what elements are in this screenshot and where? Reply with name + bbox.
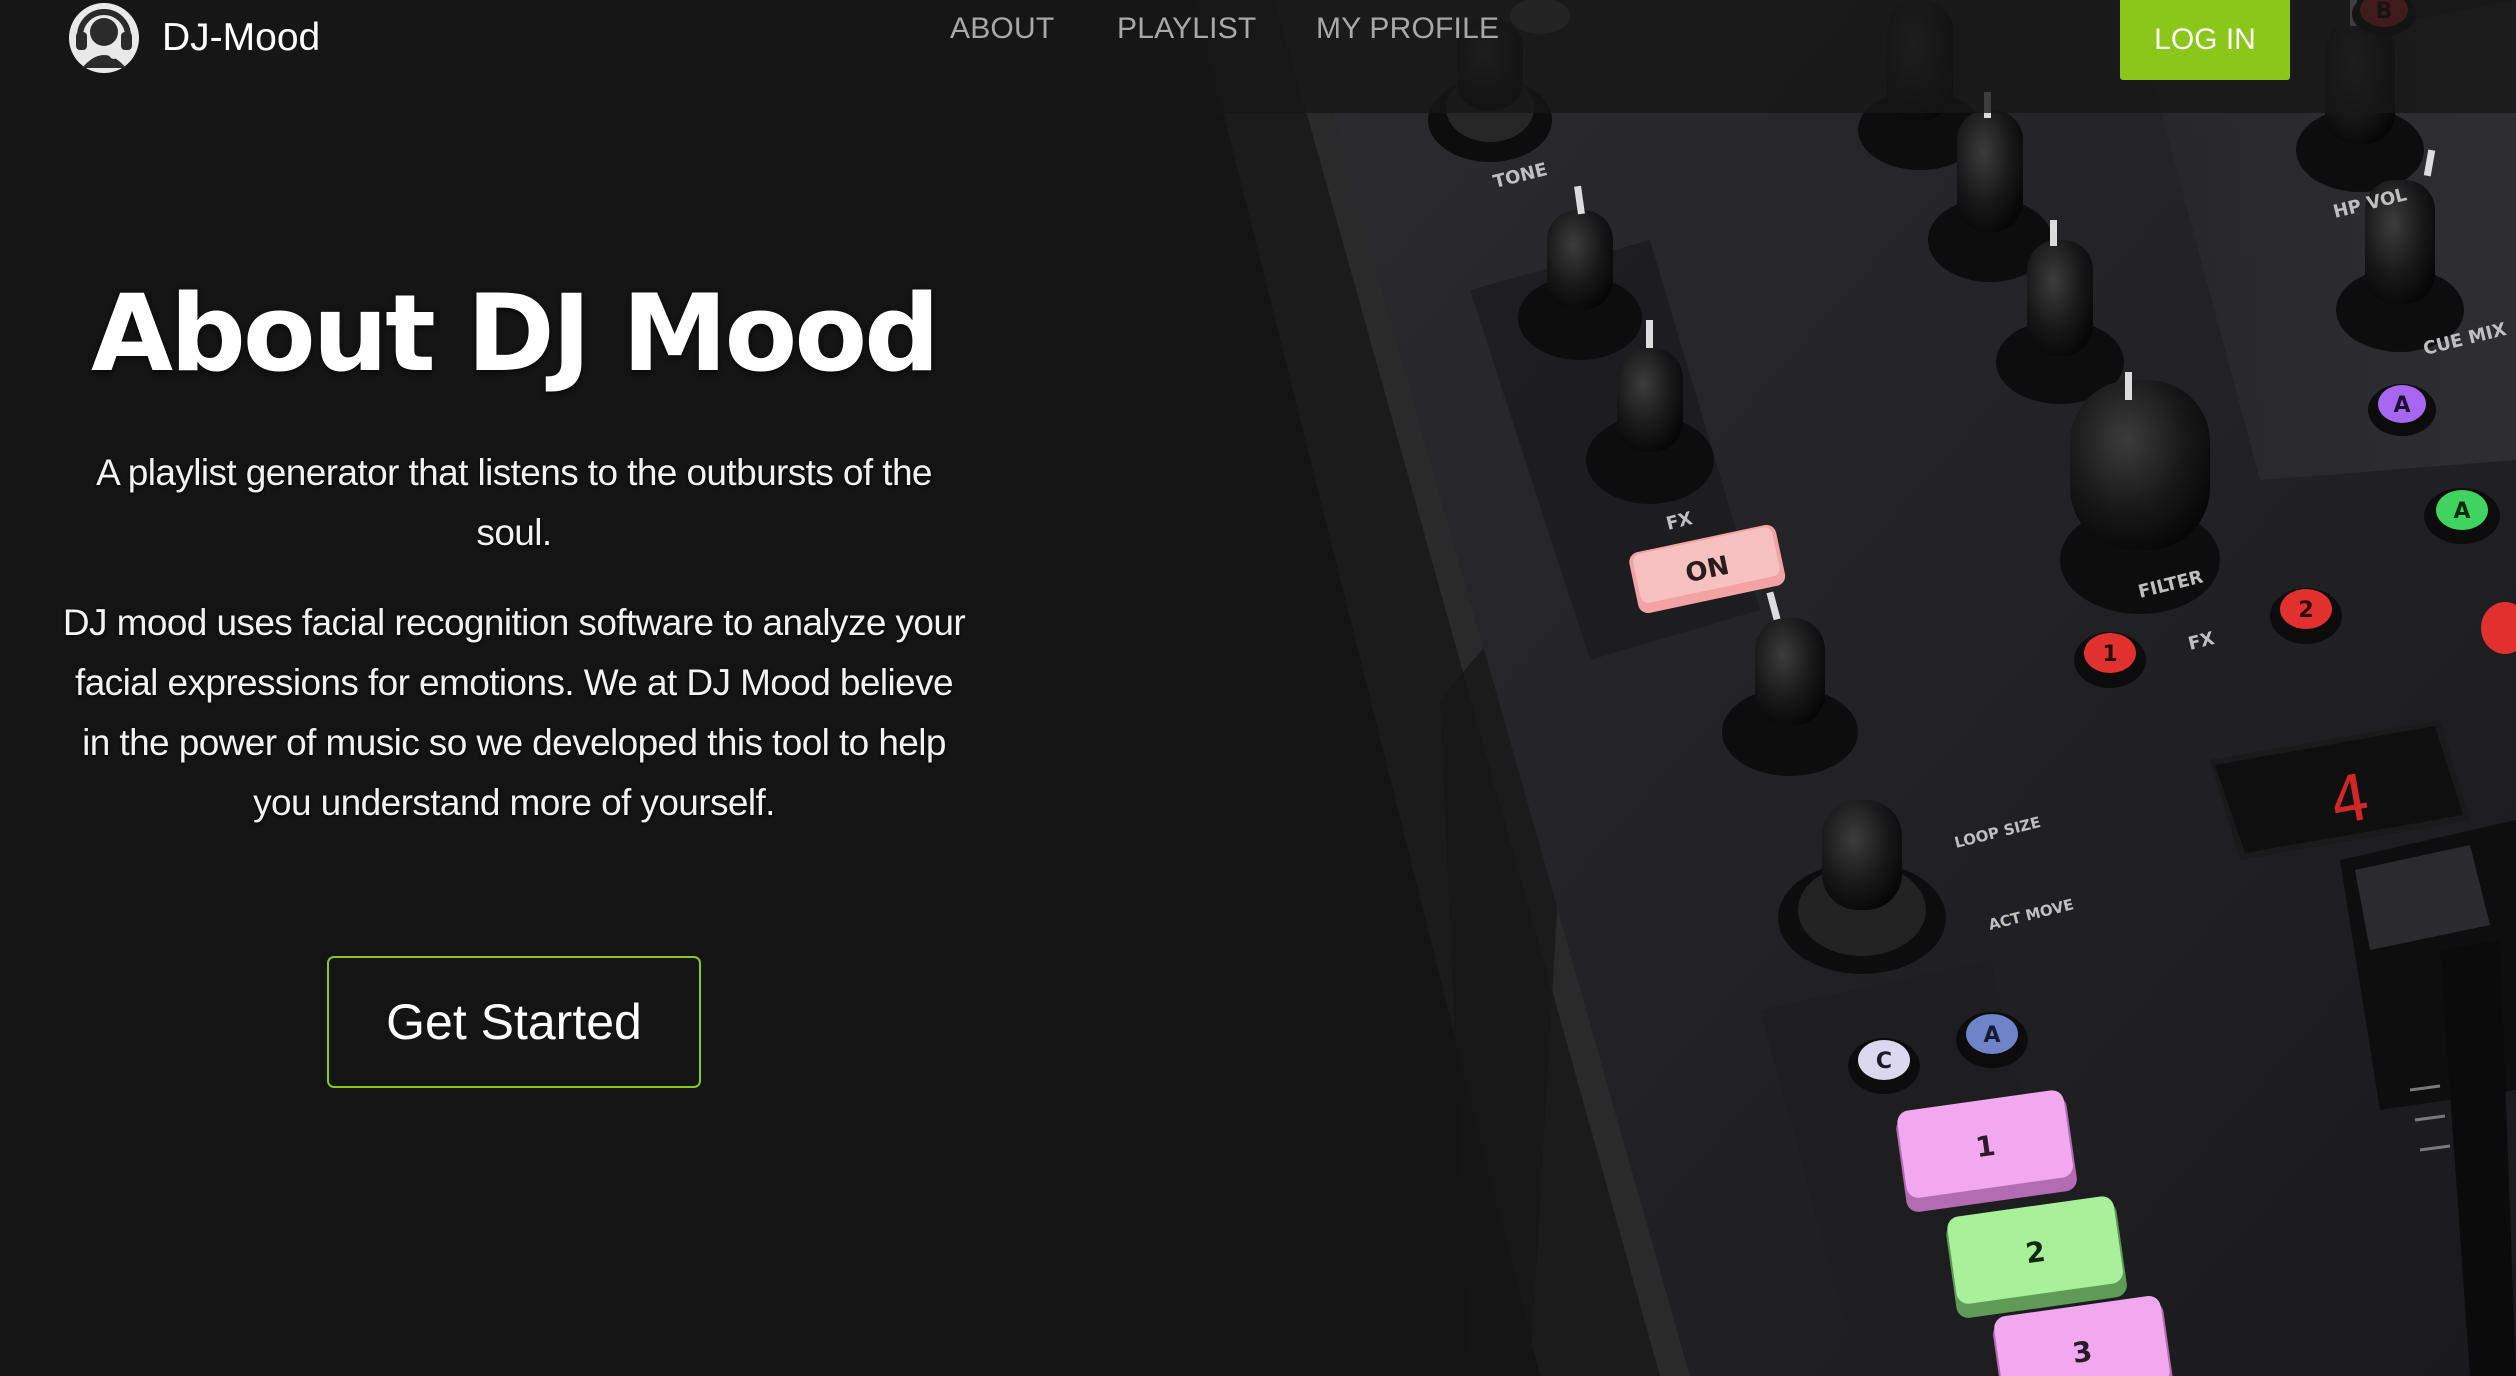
get-started-button[interactable]: Get Started	[327, 956, 701, 1088]
hero-description: DJ mood uses facial recognition software…	[62, 602, 966, 824]
page-title: About DJ Mood	[90, 272, 940, 395]
svg-text:2: 2	[2298, 598, 2313, 623]
svg-text:A: A	[1983, 1023, 2000, 1048]
brand-name: DJ-Mood	[162, 16, 321, 59]
button-2-red: 2	[2270, 588, 2342, 644]
button-c: C	[1848, 1038, 1920, 1094]
svg-text:A: A	[2393, 393, 2410, 418]
button-a-blue: A	[1956, 1012, 2028, 1068]
svg-text:A: A	[2453, 499, 2470, 524]
about-hero-section: About DJ Mood A playlist generator that …	[58, 270, 970, 833]
hero-tagline: A playlist generator that listens to the…	[96, 452, 932, 554]
nav-link-my-profile[interactable]: MY PROFILE	[1316, 12, 1499, 46]
nav-link-playlist[interactable]: PLAYLIST	[1117, 12, 1256, 46]
login-button[interactable]: LOG IN	[2120, 0, 2290, 80]
brand-home-link[interactable]: DJ-Mood	[68, 2, 320, 74]
svg-text:1: 1	[2102, 642, 2117, 667]
button-a-green: A	[2424, 488, 2500, 544]
svg-text:C: C	[1876, 1049, 1892, 1074]
dj-headphones-logo-icon	[69, 3, 139, 73]
top-navbar: DJ-Mood ABOUT PLAYLIST MY PROFILE LOG IN	[0, 0, 2516, 113]
button-1-red: 1	[2074, 632, 2146, 688]
nav-link-about[interactable]: ABOUT	[950, 12, 1054, 46]
button-a-purple: A	[2368, 384, 2436, 436]
